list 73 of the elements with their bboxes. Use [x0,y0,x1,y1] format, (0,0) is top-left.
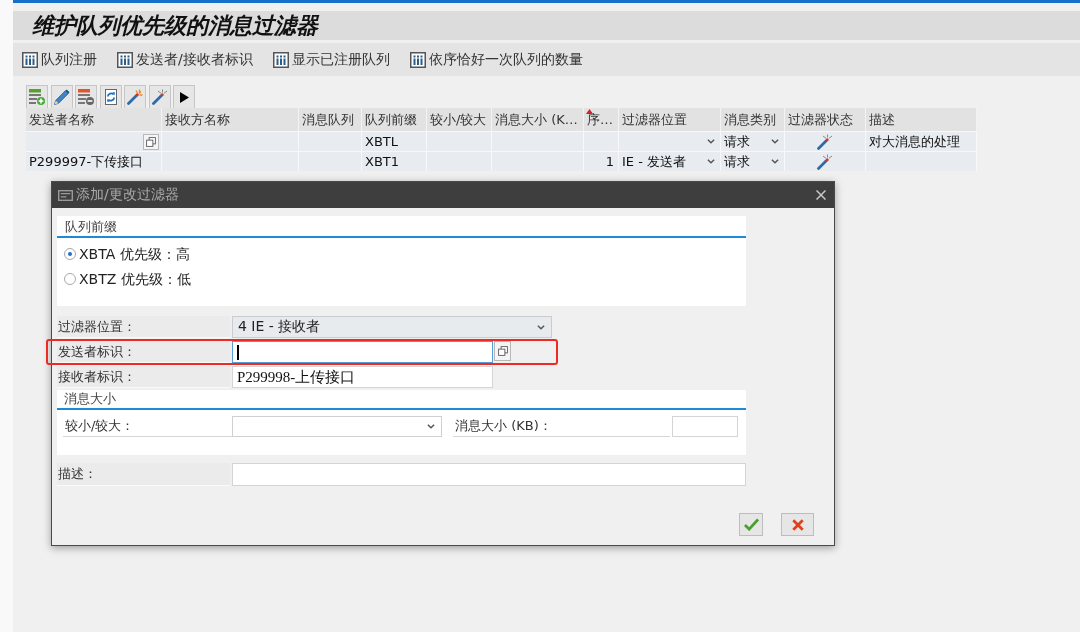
value-help-button[interactable] [143,133,159,150]
column-header[interactable]: 消息大小 (K… [492,108,584,131]
overlapping-squares-icon [497,346,508,356]
text-cursor-icon [237,344,239,360]
caret-icon [537,324,545,330]
sparkle-wand-icon [127,89,143,105]
field-label: 发送者标识： [57,341,230,363]
refresh-icon [102,89,119,105]
page-title: 维护队列优先级的消息过滤器 [32,11,318,40]
caret-icon [707,139,715,144]
table-cell: XBTL [362,131,427,151]
menu-button[interactable]: 显示已注册队列 [272,50,390,69]
columns-icon [22,51,38,68]
sort-indicator-icon [586,109,593,114]
triangle-icon [179,91,189,103]
row-minus-icon [78,89,94,105]
columns-icon [117,51,133,68]
column-header[interactable]: 消息类别 [721,108,785,131]
input-field[interactable] [232,463,746,486]
caret-icon [771,159,779,164]
field-label: 过滤器位置： [57,316,230,338]
caret-icon [771,139,779,144]
wand-icon [151,89,168,105]
menu-button[interactable]: 队列注册 [22,50,97,69]
wand-icon [817,153,833,170]
dropdown-field[interactable]: 请求 [721,131,785,151]
menu-button[interactable]: 依序恰好一次队列的数量 [409,50,583,69]
caret-icon [707,159,715,164]
close-icon [816,190,826,200]
cross-icon [791,518,804,531]
radio-option[interactable]: XBTA 优先级：高 [64,246,190,262]
window-icon [58,189,73,201]
table-cell: P299997-下传接口 [26,151,162,171]
field-label: 接收者标识： [57,366,230,388]
group-title: 队列前缀 [57,216,746,238]
radio-option[interactable]: XBTZ 优先级：低 [64,271,191,287]
value-help-button[interactable] [494,341,511,361]
field-label: 消息大小 (KB)： [453,416,670,437]
caret-icon [427,424,435,429]
check-icon [743,518,759,531]
field-label: 描述： [57,463,230,486]
column-header[interactable]: 接收方名称 [162,108,299,131]
input-field[interactable]: P299998-上传接口 [232,366,493,388]
pencil-icon [53,89,70,105]
confirm-button[interactable] [739,513,763,536]
wand-icon [817,133,833,150]
table-cell: 1 [584,151,619,171]
input-field[interactable] [672,416,738,437]
column-header[interactable]: 队列前缀 [362,108,427,131]
dropdown-field[interactable]: 请求 [721,151,785,171]
menu-button[interactable]: 发送者/接收者标识 [117,50,253,69]
column-header[interactable]: 过滤器状态 [785,108,866,131]
dropdown-field[interactable]: IE - 发送者 [619,151,721,171]
column-header[interactable]: 过滤器位置 [619,108,721,131]
columns-icon [409,51,426,68]
toolbar-button[interactable] [173,85,195,108]
cancel-button[interactable] [781,513,814,536]
overlapping-squares-icon [146,136,156,147]
column-header[interactable]: 序… [584,108,619,131]
column-header[interactable]: 消息队列 [299,108,362,131]
table-cell: XBT1 [362,151,427,171]
close-button[interactable] [816,190,826,200]
table-cell: 对大消息的处理 [866,131,977,151]
dropdown-field[interactable]: 4 IE - 接收者 [232,316,552,338]
dropdown-field[interactable] [232,416,442,437]
dialog-title: 添加/更改过滤器 [76,186,179,204]
column-header[interactable]: 较小/较大 [427,108,492,131]
column-header[interactable]: 描述 [866,108,977,131]
input-field[interactable] [232,341,493,363]
column-header[interactable]: 发送者名称 [26,108,162,131]
group-title: 消息大小 [57,390,746,410]
columns-icon [272,51,289,68]
row-plus-icon [29,89,45,105]
